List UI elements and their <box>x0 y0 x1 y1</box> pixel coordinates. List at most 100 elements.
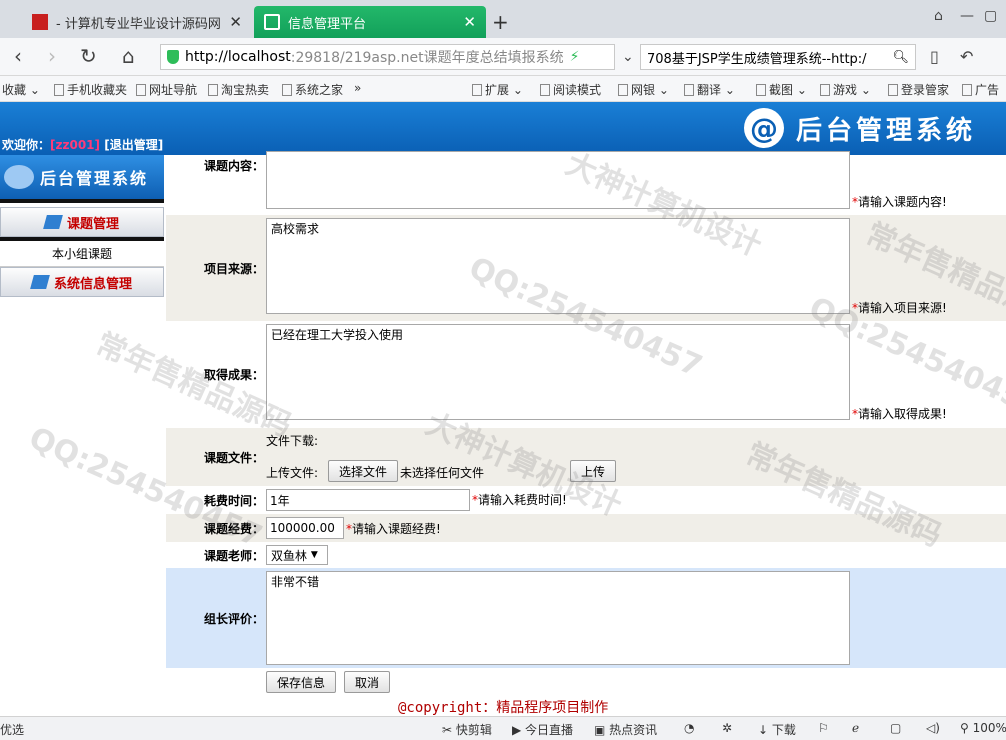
block-icon <box>962 83 972 96</box>
gamepad-icon <box>820 83 830 96</box>
leader-review-input[interactable]: 非常不错 <box>266 571 850 665</box>
choose-file-button[interactable]: 选择文件 <box>328 460 399 482</box>
toolbar-reading-mode[interactable]: 阅读模式 <box>540 81 601 98</box>
new-tab-icon[interactable]: + <box>492 10 509 34</box>
status-quick-edit[interactable]: ✂ 快剪辑 <box>442 721 492 738</box>
toolbar-login-manager[interactable]: 登录管家 <box>888 81 949 98</box>
form-actions: 保存信息 取消 <box>166 669 1006 697</box>
bookmark-more[interactable]: » <box>354 81 361 95</box>
project-source-input[interactable]: 高校需求 <box>266 218 850 314</box>
sidebar-group-topic-management[interactable]: 课题管理 <box>0 207 164 237</box>
sidebar-item-group-topics[interactable]: 本小组课题 <box>0 241 164 267</box>
zoom-level[interactable]: ⚲ 100% <box>960 721 1006 735</box>
cancel-button[interactable]: 取消 <box>344 671 391 693</box>
project-source-hint: *请输入项目来源! <box>852 301 947 315</box>
close-tab-icon[interactable]: ✕ <box>463 13 476 31</box>
row-budget: 课题经费： *请输入课题经费! <box>166 514 1006 542</box>
result-label: 取得成果： <box>203 367 264 382</box>
url-host: http://localhost <box>185 49 291 65</box>
speed-mode-icon[interactable]: ⚡ <box>570 49 580 65</box>
toolbar-games[interactable]: 游戏 ⌄ <box>820 81 871 98</box>
skin-icon[interactable]: ⌂ <box>934 8 943 24</box>
key-icon <box>888 83 898 96</box>
browser-status-bar: 优选 ✂ 快剪辑 ▶ 今日直播 ▣ 热点资讯 ◔ ✲ ↓ 下载 ⚐ ℯ ▢ ◁)… <box>0 716 1006 740</box>
dropdown-chevron-icon[interactable]: ⌄ <box>622 49 634 65</box>
toolbar-screenshot[interactable]: 截图 ⌄ <box>756 81 807 98</box>
minimize-icon[interactable]: — <box>960 8 974 24</box>
topic-content-label: 课题内容： <box>203 159 264 173</box>
bank-icon <box>618 83 628 96</box>
volume-icon[interactable]: ◁) <box>926 721 940 735</box>
search-text: 708基于JSP学生成绩管理系统--http:/ <box>647 51 867 67</box>
status-hot-news[interactable]: ▣ 热点资讯 <box>594 721 657 738</box>
row-result: 取得成果： 已经在理工大学投入使用 *请输入取得成果! <box>166 321 1006 427</box>
menu-folder-icon <box>43 215 63 229</box>
bookmark-favorites[interactable]: 收藏 ⌄ <box>2 81 40 98</box>
speed-icon[interactable]: ◔ <box>684 721 694 735</box>
address-bar[interactable]: http://localhost :29818/219asp.net课题年度总结… <box>160 44 615 70</box>
app-header-banner: 欢迎你：[zz001] [退出管理] @ 后台管理系统 <box>0 102 1006 155</box>
status-preferred[interactable]: 优选 <box>0 721 24 738</box>
leader-review-label: 组长评价： <box>203 611 264 626</box>
restore-icon[interactable]: ▢ <box>984 8 997 24</box>
browser-tab-source-site[interactable]: - 计算机专业毕业设计源码网 ✕ <box>22 6 252 38</box>
undo-icon[interactable]: ↶ <box>960 47 973 66</box>
scissors-icon: ✂ <box>442 723 456 737</box>
url-path: :29818/219asp.net课题年度总结填报系统 <box>290 50 564 66</box>
file-download-label: 文件下载: <box>266 434 319 448</box>
toolbar-translate[interactable]: 翻译 ⌄ <box>684 81 735 98</box>
flag-icon[interactable]: ⚐ <box>818 721 829 735</box>
topic-file-label: 课题文件： <box>203 450 264 465</box>
upload-button[interactable]: 上传 <box>570 460 617 482</box>
save-button[interactable]: 保存信息 <box>266 671 337 693</box>
logout-link[interactable]: [退出管理] <box>104 138 163 152</box>
row-teacher: 课题老师： 双鱼林 ▼ <box>166 543 1006 567</box>
sidebar-logo: 后台管理系统 <box>0 155 164 203</box>
tab-title: 信息管理平台 <box>288 16 367 32</box>
toolbar-bank[interactable]: 网银 ⌄ <box>618 81 669 98</box>
browser-tab-active[interactable]: 信息管理平台 ✕ <box>254 6 486 38</box>
page-favicon-icon <box>264 14 280 30</box>
bookmark-xitong[interactable]: 系统之家 <box>282 81 343 98</box>
mobile-icon <box>54 83 64 96</box>
download-icon: ↓ <box>758 723 772 737</box>
browser-icon[interactable]: ℯ <box>852 721 859 735</box>
topic-content-hint: *请输入课题内容! <box>852 195 947 209</box>
result-input[interactable]: 已经在理工大学投入使用 <box>266 324 850 420</box>
tools-icon[interactable]: ✲ <box>722 721 732 735</box>
copyright-footer: @copyright：精品程序项目制作 <box>398 700 609 716</box>
topic-content-input[interactable] <box>266 151 850 209</box>
sidebar-group-system-info[interactable]: 系统信息管理 <box>0 267 164 297</box>
row-topic-content: 课题内容： *请输入课题内容! <box>166 151 1006 213</box>
status-live[interactable]: ▶ 今日直播 <box>512 721 573 738</box>
close-tab-icon[interactable]: ✕ <box>229 13 242 31</box>
teacher-label: 课题老师： <box>203 548 264 563</box>
toolbar-adblock[interactable]: 广告 <box>962 81 999 98</box>
time-spent-hint: *请输入耗费时间! <box>472 493 567 507</box>
forward-icon[interactable]: › <box>48 44 56 68</box>
row-topic-file: 课题文件： 文件下载: 上传文件: 选择文件 未选择任何文件 上传 <box>166 428 1006 486</box>
sidebar: 后台管理系统 课题管理 本小组课题 系统信息管理 <box>0 155 164 715</box>
back-icon[interactable]: ‹ <box>14 44 22 68</box>
phone-icon[interactable]: ▯ <box>930 47 939 66</box>
reload-icon[interactable]: ↻ <box>80 44 97 68</box>
bookmark-nav[interactable]: 网址导航 <box>136 81 197 98</box>
search-icon[interactable]: 🔍︎ <box>892 50 909 65</box>
toolbar-extensions[interactable]: 扩展 ⌄ <box>472 81 523 98</box>
status-download[interactable]: ↓ 下载 <box>758 721 796 738</box>
time-spent-label: 耗费时间： <box>203 493 264 508</box>
brand-title: @ 后台管理系统 <box>744 108 976 148</box>
teacher-select[interactable]: 双鱼林 ▼ <box>266 545 328 565</box>
zoom-icon: ⚲ <box>960 721 973 735</box>
budget-input[interactable] <box>266 517 344 539</box>
time-spent-input[interactable] <box>266 489 470 511</box>
bookmark-mobile[interactable]: 手机收藏夹 <box>54 81 127 98</box>
home-icon[interactable]: ⌂ <box>122 44 135 68</box>
search-input[interactable]: 708基于JSP学生成绩管理系统--http:/ 🔍︎ <box>640 44 916 70</box>
book-icon <box>540 83 550 96</box>
bookmarks-bar: 收藏 ⌄ 手机收藏夹 网址导航 淘宝热卖 系统之家 » 扩展 ⌄ 阅读模式 网银… <box>0 76 1006 102</box>
window-icon[interactable]: ▢ <box>890 721 901 735</box>
translate-icon <box>684 83 694 96</box>
bookmark-taobao[interactable]: 淘宝热卖 <box>208 81 269 98</box>
play-icon: ▶ <box>512 723 526 737</box>
